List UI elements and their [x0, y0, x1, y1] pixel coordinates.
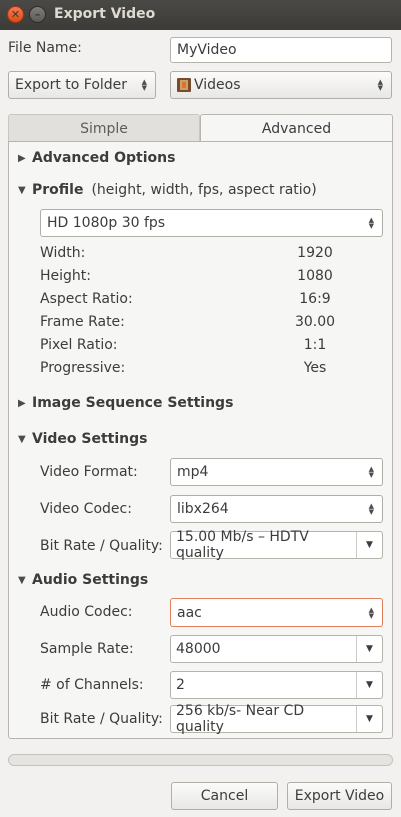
video-codec-value: libx264: [177, 501, 229, 517]
spin-arrows-icon: ▲ ▼: [368, 605, 374, 620]
spin-arrows-icon: ▲ ▼: [377, 78, 383, 92]
channels-value[interactable]: 2: [171, 677, 356, 693]
close-icon[interactable]: ✕: [7, 6, 24, 23]
spin-arrows-icon: ▲ ▼: [368, 502, 374, 516]
profile-hint: (height, width, fps, aspect ratio): [91, 182, 317, 198]
profile-row-value: 1:1: [303, 337, 327, 353]
audio-settings-label: Audio Settings: [32, 572, 149, 588]
profile-row-value: 1920: [297, 245, 333, 261]
image-sequence-label: Image Sequence Settings: [32, 395, 234, 411]
export-progress-bar: [8, 754, 393, 766]
sample-rate-combo[interactable]: 48000 ▼: [170, 635, 383, 663]
sample-rate-label: Sample Rate:: [40, 641, 134, 657]
export-video-button[interactable]: Export Video: [287, 782, 392, 810]
minimize-icon[interactable]: –: [29, 6, 46, 23]
profile-row-value: 30.00: [294, 314, 336, 330]
video-bitrate-value[interactable]: 15.00 Mb/s – HDTV quality: [171, 529, 356, 561]
video-format-label: Video Format:: [40, 464, 138, 480]
video-bitrate-label: Bit Rate / Quality:: [40, 538, 163, 554]
dropdown-arrow-icon[interactable]: ▼: [356, 706, 382, 732]
audio-codec-combo[interactable]: aac ▲ ▼: [170, 598, 383, 627]
window-title: Export Video: [54, 6, 156, 22]
folder-video-icon: [177, 78, 191, 92]
video-codec-combo[interactable]: libx264 ▲ ▼: [170, 495, 383, 523]
profile-row-value: 16:9: [299, 291, 331, 307]
dropdown-arrow-icon[interactable]: ▼: [356, 532, 382, 558]
profile-combo[interactable]: HD 1080p 30 fps ▲ ▼: [40, 209, 383, 237]
profile-value: HD 1080p 30 fps: [47, 215, 166, 231]
profile-label: Profile: [32, 182, 84, 198]
expand-right-icon: ▶: [18, 397, 26, 409]
profile-row-label: Pixel Ratio:: [40, 337, 118, 353]
video-settings-expander[interactable]: ▼ Video Settings: [18, 431, 147, 447]
image-sequence-expander[interactable]: ▶ Image Sequence Settings: [18, 395, 233, 411]
cancel-button[interactable]: Cancel: [171, 782, 278, 810]
expand-down-icon: ▼: [18, 574, 26, 586]
profile-row-label: Aspect Ratio:: [40, 291, 133, 307]
export-mode-combo[interactable]: Export to Folder ▲ ▼: [8, 71, 156, 99]
tab-simple[interactable]: Simple: [8, 114, 200, 142]
profile-row-label: Height:: [40, 268, 91, 284]
spin-arrows-icon: ▲ ▼: [368, 465, 374, 479]
title-bar: ✕ – Export Video: [0, 0, 401, 30]
spin-arrows-icon: ▲ ▼: [368, 216, 374, 230]
video-format-combo[interactable]: mp4 ▲ ▼: [170, 458, 383, 486]
tab-advanced[interactable]: Advanced: [200, 114, 393, 142]
audio-bitrate-combo[interactable]: 256 kb/s- Near CD quality ▼: [170, 703, 383, 735]
file-name-value: MyVideo: [177, 42, 237, 58]
folder-value: Videos: [194, 77, 241, 93]
dropdown-arrow-icon[interactable]: ▼: [356, 636, 382, 662]
channels-combo[interactable]: 2 ▼: [170, 671, 383, 699]
audio-settings-expander[interactable]: ▼ Audio Settings: [18, 572, 148, 588]
spin-arrows-icon: ▲ ▼: [141, 78, 147, 92]
sample-rate-value[interactable]: 48000: [171, 641, 356, 657]
channels-label: # of Channels:: [40, 677, 144, 693]
video-bitrate-combo[interactable]: 15.00 Mb/s – HDTV quality ▼: [170, 529, 383, 561]
file-name-label: File Name:: [8, 40, 82, 56]
expand-right-icon: ▶: [18, 152, 26, 164]
advanced-options-expander[interactable]: ▶ Advanced Options: [18, 150, 175, 166]
dropdown-arrow-icon[interactable]: ▼: [356, 672, 382, 698]
video-codec-label: Video Codec:: [40, 501, 132, 517]
file-name-input[interactable]: MyVideo: [170, 37, 392, 63]
profile-row-value: 1080: [297, 268, 333, 284]
advanced-options-label: Advanced Options: [32, 150, 176, 166]
folder-chooser-combo[interactable]: Videos ▲ ▼: [170, 71, 392, 99]
audio-bitrate-value[interactable]: 256 kb/s- Near CD quality: [171, 703, 356, 735]
export-mode-value: Export to Folder: [15, 77, 128, 93]
profile-row-value: Yes: [303, 360, 327, 376]
expand-down-icon: ▼: [18, 433, 26, 445]
video-format-value: mp4: [177, 464, 209, 480]
profile-row-label: Progressive:: [40, 360, 126, 376]
audio-bitrate-label: Bit Rate / Quality:: [40, 711, 163, 727]
audio-codec-value: aac: [177, 604, 202, 621]
audio-codec-label: Audio Codec:: [40, 604, 133, 620]
video-settings-label: Video Settings: [32, 431, 148, 447]
expand-down-icon: ▼: [18, 184, 26, 196]
profile-row-label: Frame Rate:: [40, 314, 125, 330]
profile-row-label: Width:: [40, 245, 86, 261]
profile-expander[interactable]: ▼ Profile (height, width, fps, aspect ra…: [18, 182, 317, 198]
